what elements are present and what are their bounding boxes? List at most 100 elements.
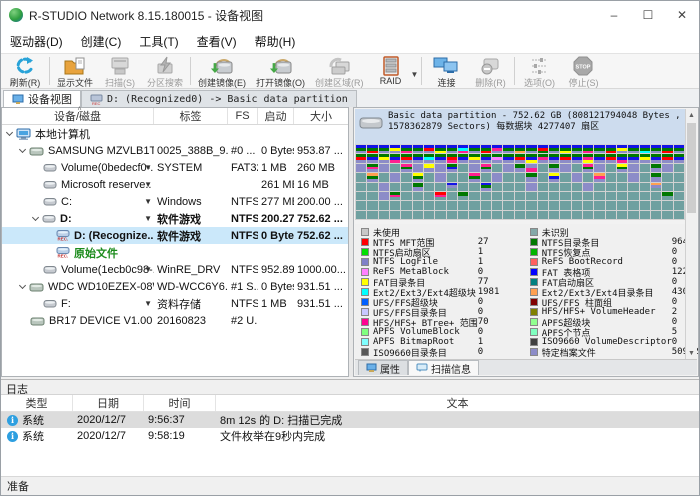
scan-block[interactable] — [401, 145, 411, 153]
scan-block[interactable] — [606, 211, 616, 219]
scan-block[interactable] — [628, 154, 638, 162]
scan-block[interactable] — [617, 201, 627, 209]
scan-block[interactable] — [515, 145, 525, 153]
scan-block[interactable] — [469, 201, 479, 209]
scan-block[interactable] — [492, 211, 502, 219]
scan-block[interactable] — [424, 183, 434, 191]
scan-block[interactable] — [447, 211, 457, 219]
scan-block[interactable] — [356, 164, 366, 172]
scan-block[interactable] — [662, 183, 672, 191]
scan-block[interactable] — [628, 164, 638, 172]
scan-block[interactable] — [492, 192, 502, 200]
row-dropdown-icon[interactable]: ▼ — [144, 265, 152, 274]
scan-block[interactable] — [356, 201, 366, 209]
scan-block[interactable] — [469, 183, 479, 191]
tree-row[interactable]: SAMSUNG MZVLB1T0...0025_388B_9...#0 ...0… — [2, 142, 348, 159]
scan-block[interactable] — [662, 145, 672, 153]
scan-block[interactable] — [662, 211, 672, 219]
tree-row[interactable]: WDC WD10EZEX-08W...WD-WCC6Y6...#1 S...0 … — [2, 278, 348, 295]
column-fs[interactable]: FS — [228, 108, 258, 124]
scan-block[interactable] — [526, 145, 536, 153]
scan-block[interactable] — [503, 183, 513, 191]
scan-block[interactable] — [367, 192, 377, 200]
scan-block[interactable] — [379, 211, 389, 219]
scan-block[interactable] — [526, 192, 536, 200]
scan-block[interactable] — [413, 183, 423, 191]
scan-block[interactable] — [594, 154, 604, 162]
raid-dropdown-icon[interactable]: ▼ — [411, 70, 419, 79]
scan-block[interactable] — [413, 192, 423, 200]
scan-block[interactable] — [526, 201, 536, 209]
scroll-thumb[interactable] — [687, 123, 696, 213]
scan-block[interactable] — [628, 173, 638, 181]
show-files-button[interactable]: 显示文件 — [52, 55, 98, 87]
scan-block[interactable] — [401, 173, 411, 181]
scan-block[interactable] — [515, 173, 525, 181]
menu-help[interactable]: 帮助(H) — [246, 30, 305, 53]
minimize-button[interactable]: – — [597, 1, 631, 29]
scan-block[interactable] — [390, 145, 400, 153]
scan-block[interactable] — [458, 145, 468, 153]
scan-block[interactable] — [390, 211, 400, 219]
scan-block[interactable] — [594, 183, 604, 191]
scan-block[interactable] — [458, 183, 468, 191]
scan-block[interactable] — [662, 164, 672, 172]
raid-button[interactable]: RAID — [369, 55, 413, 87]
scan-block[interactable] — [617, 164, 627, 172]
scan-block-grid[interactable] — [355, 144, 685, 220]
scan-block[interactable] — [526, 164, 536, 172]
log-row[interactable]: i系统2020/12/79:56:378m 12s 的 D: 扫描已完成 — [1, 412, 699, 428]
scan-block[interactable] — [503, 201, 513, 209]
scan-block[interactable] — [401, 164, 411, 172]
scan-block[interactable] — [583, 154, 593, 162]
expand-chevron-icon[interactable] — [32, 214, 39, 221]
connect-button[interactable]: 连接 — [424, 55, 468, 87]
expand-chevron-icon[interactable] — [6, 129, 13, 136]
scan-block[interactable] — [560, 145, 570, 153]
scan-block[interactable] — [572, 201, 582, 209]
scan-block[interactable] — [379, 145, 389, 153]
scan-block[interactable] — [572, 183, 582, 191]
scan-block[interactable] — [481, 201, 491, 209]
scan-block[interactable] — [503, 192, 513, 200]
scan-block[interactable] — [469, 173, 479, 181]
scan-block[interactable] — [367, 173, 377, 181]
scan-block[interactable] — [549, 211, 559, 219]
tab-device-view[interactable]: 设备视图 — [3, 90, 81, 107]
scan-block[interactable] — [515, 164, 525, 172]
scan-block[interactable] — [606, 183, 616, 191]
scan-block[interactable] — [651, 211, 661, 219]
scan-block[interactable] — [379, 192, 389, 200]
scan-block[interactable] — [458, 173, 468, 181]
scan-block[interactable] — [583, 183, 593, 191]
scan-block[interactable] — [481, 145, 491, 153]
tree-row[interactable]: Volume(0bedecf0-..▼SYSTEMFAT321 MB260 MB — [2, 159, 348, 176]
scan-block[interactable] — [617, 145, 627, 153]
scan-block[interactable] — [606, 154, 616, 162]
scan-block[interactable] — [606, 145, 616, 153]
scan-block[interactable] — [458, 201, 468, 209]
scan-block[interactable] — [549, 154, 559, 162]
scan-block[interactable] — [503, 173, 513, 181]
scan-block[interactable] — [424, 211, 434, 219]
scan-block[interactable] — [424, 173, 434, 181]
scan-block[interactable] — [424, 192, 434, 200]
scan-block[interactable] — [583, 201, 593, 209]
scan-block[interactable] — [458, 192, 468, 200]
scan-block[interactable] — [413, 154, 423, 162]
scan-block[interactable] — [503, 154, 513, 162]
scan-block[interactable] — [628, 201, 638, 209]
scan-block[interactable] — [594, 192, 604, 200]
scan-block[interactable] — [379, 173, 389, 181]
scan-block[interactable] — [572, 211, 582, 219]
scan-block[interactable] — [594, 164, 604, 172]
scan-block[interactable] — [435, 145, 445, 153]
scan-block[interactable] — [526, 173, 536, 181]
menu-create[interactable]: 创建(C) — [72, 30, 131, 53]
scan-block[interactable] — [560, 154, 570, 162]
scan-block[interactable] — [481, 211, 491, 219]
column-label[interactable]: 标签 — [154, 108, 228, 124]
scan-block[interactable] — [560, 192, 570, 200]
scan-block[interactable] — [379, 164, 389, 172]
scan-block[interactable] — [367, 211, 377, 219]
